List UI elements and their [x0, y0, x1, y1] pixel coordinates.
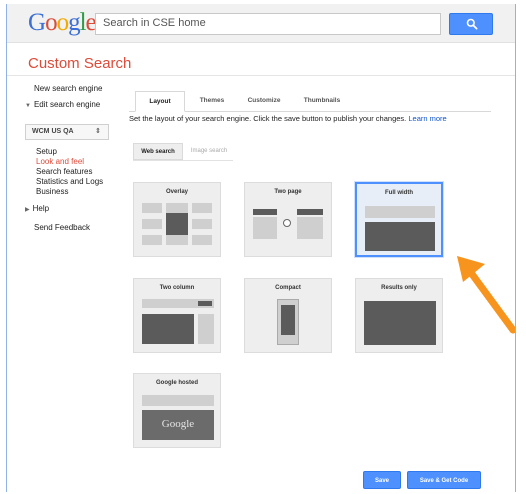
preview-block — [192, 235, 212, 245]
preview-block — [253, 217, 277, 239]
preview-results-block — [365, 222, 435, 251]
sidebar-item-label: Edit search engine — [33, 100, 101, 109]
subtab-web-search[interactable]: Web search — [133, 143, 183, 160]
sidebar-item-statistics[interactable]: Statistics and Logs — [36, 177, 103, 186]
preview-block — [166, 235, 188, 245]
logo-letter: o — [45, 9, 57, 36]
orange-arrow-icon — [457, 256, 515, 334]
save-and-get-code-button[interactable]: Save & Get Code — [407, 471, 481, 489]
preview-block — [192, 219, 212, 229]
search-input[interactable]: Search in CSE home — [95, 13, 441, 35]
triangle-right-icon: ▶ — [25, 207, 30, 213]
google-logo[interactable]: Google — [28, 9, 97, 36]
magnifier-icon — [466, 18, 478, 30]
triangle-down-icon: ▼ — [25, 103, 31, 109]
preview-block — [166, 203, 188, 213]
preview-block — [142, 235, 162, 245]
tab-customize[interactable]: Customize — [239, 91, 289, 111]
sidebar-item-search-features[interactable]: Search features — [36, 167, 92, 176]
layout-description: Set the layout of your search engine. Cl… — [129, 114, 447, 123]
preview-block — [297, 217, 323, 239]
preview-results-block: Google — [142, 410, 214, 440]
preview-block — [142, 219, 162, 229]
tab-layout[interactable]: Layout — [135, 91, 185, 112]
layout-card-label: Compact — [275, 285, 301, 291]
search-button[interactable] — [449, 13, 493, 35]
logo-letter: G — [28, 9, 46, 36]
preview-block — [365, 206, 435, 218]
layout-card-label: Full width — [385, 190, 413, 196]
preview-results-block — [281, 305, 295, 335]
description-text: Set the layout of your search engine. Cl… — [129, 114, 407, 123]
sidebar-item-new-engine[interactable]: New search engine — [34, 84, 102, 93]
app-window: Google Search in CSE home Custom Search … — [6, 4, 516, 492]
layout-card-overlay[interactable]: Overlay — [133, 182, 221, 257]
sidebar-item-edit-engine[interactable]: ▼ Edit search engine — [25, 100, 100, 109]
tab-thumbnails[interactable]: Thumbnails — [295, 91, 349, 111]
sidebar-item-send-feedback[interactable]: Send Feedback — [34, 223, 90, 232]
preview-block — [297, 209, 323, 215]
sidebar-item-look-and-feel[interactable]: Look and feel — [36, 157, 84, 166]
sidebar-item-help[interactable]: ▶ Help — [25, 204, 49, 213]
layout-card-full-width[interactable]: Full width — [355, 182, 443, 257]
layout-card-label: Google hosted — [156, 380, 198, 386]
engine-select[interactable]: WCM US QA ⇕ — [25, 124, 109, 140]
sidebar-item-setup[interactable]: Setup — [36, 147, 57, 156]
preview-block — [198, 314, 214, 344]
preview-block — [142, 395, 214, 406]
layout-card-label: Two column — [159, 285, 195, 291]
search-placeholder: Search in CSE home — [103, 17, 206, 29]
preview-block — [198, 301, 212, 306]
save-button[interactable]: Save — [363, 471, 401, 489]
logo-letter: o — [56, 9, 69, 36]
layout-card-google-hosted[interactable]: Google hosted Google — [133, 373, 221, 448]
preview-block — [192, 203, 212, 213]
preview-results-block — [364, 301, 436, 345]
layout-card-two-column[interactable]: Two column — [133, 278, 221, 353]
layout-card-label: Two page — [274, 189, 302, 195]
layout-card-label: Overlay — [165, 189, 189, 195]
updown-arrows-icon: ⇕ — [95, 128, 101, 135]
layout-card-results-only[interactable]: Results only — [355, 278, 443, 353]
sidebar-item-label: Help — [32, 204, 50, 213]
preview-overlay-block — [166, 213, 188, 235]
layout-card-compact[interactable]: Compact — [244, 278, 332, 353]
top-bar: Google Search in CSE home — [7, 4, 515, 43]
learn-more-link[interactable]: Learn more — [408, 114, 446, 123]
divider — [7, 75, 515, 76]
preview-block — [142, 203, 162, 213]
layout-card-two-page[interactable]: Two page — [244, 182, 332, 257]
divider — [133, 160, 233, 161]
tab-bar: Layout Themes Customize Thumbnails — [129, 91, 491, 112]
tab-themes[interactable]: Themes — [191, 91, 233, 111]
preview-block — [253, 209, 277, 215]
preview-results-block — [142, 314, 194, 344]
engine-select-value: WCM US QA — [32, 128, 74, 135]
subtab-image-search[interactable]: Image search — [185, 143, 233, 160]
google-wordmark: Google — [161, 418, 195, 430]
logo-letter: g — [68, 9, 80, 36]
circle-icon — [283, 219, 291, 227]
sidebar-item-business[interactable]: Business — [36, 187, 68, 196]
page-title: Custom Search — [28, 55, 132, 72]
layout-card-label: Results only — [381, 285, 417, 291]
